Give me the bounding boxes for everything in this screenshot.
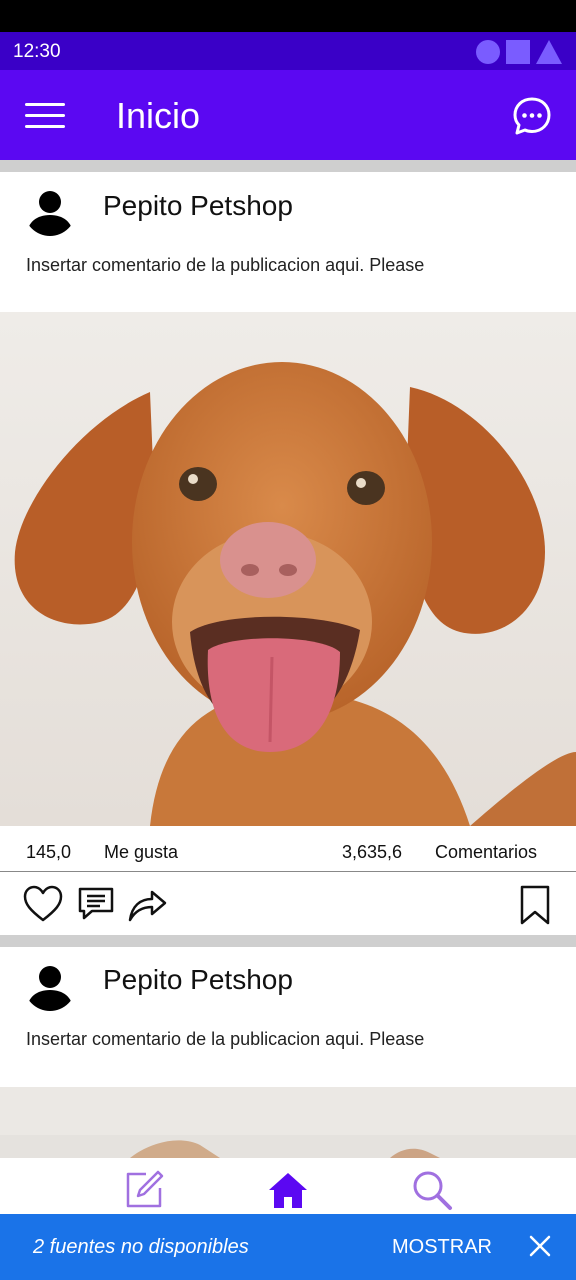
nav-home-button[interactable]: [266, 1168, 310, 1212]
comment-icon: [78, 887, 114, 920]
heart-icon: [23, 885, 63, 922]
device-top-bezel: [0, 0, 576, 32]
post-header: Pepito Petshop Insertar comentario de la…: [0, 172, 576, 312]
post-image[interactable]: [0, 1087, 576, 1158]
dog-photo: [0, 312, 576, 826]
chat-bubble-icon: [513, 97, 551, 135]
menu-button[interactable]: [25, 100, 65, 130]
user-avatar-icon: [27, 966, 73, 1011]
circle-status-icon: [476, 40, 500, 64]
post-actions: [0, 872, 576, 936]
post-caption: Insertar comentario de la publicacion aq…: [26, 1029, 425, 1049]
triangle-status-icon: [536, 40, 562, 64]
chat-button[interactable]: [512, 96, 552, 136]
snackbar: 2 fuentes no disponibles MOSTRAR: [0, 1214, 576, 1280]
app-bar: Inicio: [0, 70, 576, 160]
snackbar-close-button[interactable]: [526, 1232, 554, 1260]
dog-photo: [0, 1087, 576, 1158]
status-time: 12:30: [13, 41, 61, 62]
feed-divider: [0, 160, 576, 172]
post-header: Pepito Petshop Insertar comentario de la…: [0, 947, 576, 1087]
hamburger-icon-line: [25, 114, 65, 117]
avatar[interactable]: [24, 959, 76, 1011]
bookmark-button[interactable]: [518, 884, 552, 926]
comments-count: 3,635,6: [342, 842, 403, 862]
share-icon: [128, 890, 167, 922]
post-caption: Insertar comentario de la publicacion aq…: [26, 255, 425, 275]
share-button[interactable]: [126, 884, 168, 924]
status-bar: 12:30: [0, 32, 576, 70]
hamburger-icon-line: [25, 103, 65, 106]
square-status-icon: [506, 40, 530, 64]
page-title: Inicio: [116, 95, 201, 136]
bottom-navigation: [0, 1158, 576, 1214]
likes-label[interactable]: Me gusta: [104, 842, 178, 863]
avatar[interactable]: [24, 184, 76, 236]
hamburger-icon-line: [25, 125, 65, 128]
nav-edit-button[interactable]: [122, 1168, 166, 1212]
post-stats: 145,0 Me gusta 3,635,6 Comentarios: [0, 826, 576, 872]
post-author[interactable]: Pepito Petshop: [103, 964, 293, 996]
post-author[interactable]: Pepito Petshop: [103, 190, 293, 222]
nav-search-button[interactable]: [410, 1168, 454, 1212]
close-icon: [529, 1235, 551, 1257]
home-icon: [269, 1173, 307, 1208]
edit-icon: [126, 1170, 164, 1208]
likes-count: 145,0: [26, 842, 72, 862]
status-icons: [476, 40, 562, 64]
comments-label[interactable]: Comentarios: [435, 842, 537, 863]
like-button[interactable]: [22, 884, 64, 924]
user-avatar-icon: [27, 191, 73, 236]
post-image[interactable]: [0, 312, 576, 826]
feed-divider: [0, 935, 576, 947]
snackbar-action-button[interactable]: MOSTRAR: [392, 1236, 492, 1259]
comment-button[interactable]: [76, 884, 116, 924]
snackbar-message: 2 fuentes no disponibles: [33, 1236, 249, 1258]
bookmark-icon: [520, 885, 550, 925]
search-icon: [413, 1171, 452, 1210]
